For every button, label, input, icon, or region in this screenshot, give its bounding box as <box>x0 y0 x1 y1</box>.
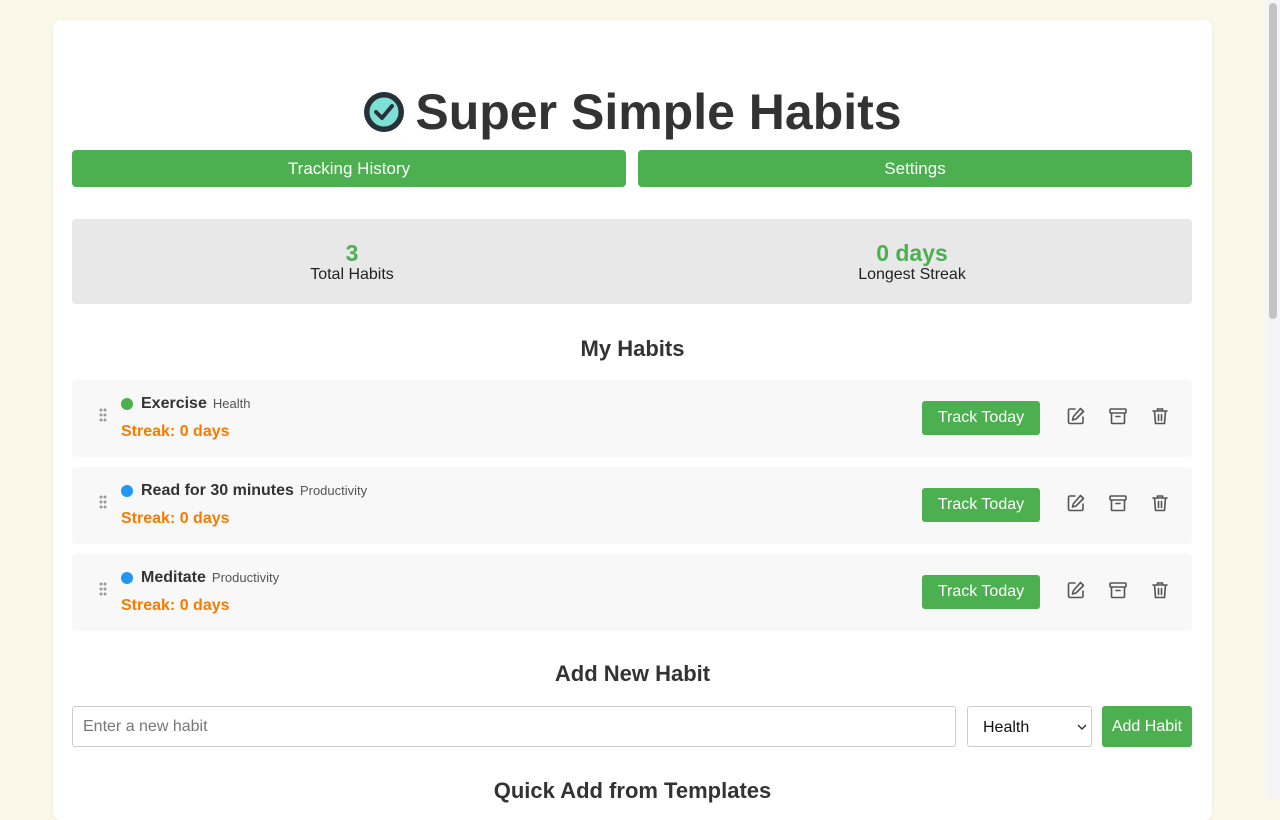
new-habit-input[interactable] <box>72 706 956 747</box>
habit-category: Health <box>212 396 251 411</box>
drag-handle-icon[interactable] <box>99 408 107 422</box>
archive-icon[interactable] <box>1108 406 1128 426</box>
chevron-down-icon <box>1077 724 1087 730</box>
habit-color-dot <box>121 572 133 584</box>
drag-handle-icon[interactable] <box>99 495 107 509</box>
habit-title: Read for 30 minutes Productivity <box>141 482 367 500</box>
templates-heading: Quick Add from Templates <box>493 778 772 803</box>
archive-icon[interactable] <box>1108 493 1128 513</box>
my-habits-heading: My Habits <box>580 336 685 361</box>
settings-button[interactable]: Settings <box>638 150 1192 187</box>
habit-name: Read for 30 minutes <box>141 482 294 499</box>
habit-name: Exercise <box>141 395 207 412</box>
edit-icon[interactable] <box>1066 580 1086 600</box>
trash-icon[interactable] <box>1150 406 1170 426</box>
check-badge-icon <box>364 92 405 132</box>
main-card: Super Simple Habits Tracking History Set… <box>53 20 1212 820</box>
total-habits-label: Total Habits <box>310 266 394 283</box>
habit-category: Productivity <box>211 570 280 585</box>
habit-name: Meditate <box>141 569 206 586</box>
habit-title: Meditate Productivity <box>141 569 279 587</box>
habit-row: Read for 30 minutes Productivity Streak: … <box>72 467 1192 544</box>
habit-streak: Streak: 0 days <box>121 423 230 440</box>
page-title: Super Simple Habits <box>415 84 902 140</box>
scrollbar-thumb[interactable] <box>1269 3 1277 319</box>
trash-icon[interactable] <box>1150 580 1170 600</box>
header: Super Simple Habits <box>53 86 1212 138</box>
habit-row: Exercise Health Streak: 0 days Track Toda… <box>72 380 1192 457</box>
track-today-button[interactable]: Track Today <box>922 401 1040 435</box>
add-habit-button[interactable]: Add Habit <box>1102 706 1192 747</box>
page-scrollbar[interactable] <box>1266 0 1280 800</box>
category-selected-value: Health <box>983 719 1030 736</box>
habit-streak: Streak: 0 days <box>121 510 230 527</box>
habit-row: Meditate Productivity Streak: 0 days Trac… <box>72 554 1192 631</box>
drag-handle-icon[interactable] <box>99 582 107 596</box>
category-select[interactable]: Health <box>967 706 1092 747</box>
habit-color-dot <box>121 398 133 410</box>
edit-icon[interactable] <box>1066 493 1086 513</box>
total-habits-value: 3 <box>345 240 359 266</box>
stats-panel: 3 Total Habits 0 days Longest Streak <box>72 219 1192 304</box>
edit-icon[interactable] <box>1066 406 1086 426</box>
trash-icon[interactable] <box>1150 493 1170 513</box>
longest-streak-label: Longest Streak <box>858 266 966 283</box>
archive-icon[interactable] <box>1108 580 1128 600</box>
track-today-button[interactable]: Track Today <box>922 575 1040 609</box>
tracking-history-button[interactable]: Tracking History <box>72 150 626 187</box>
track-today-button[interactable]: Track Today <box>922 488 1040 522</box>
habit-category: Productivity <box>299 483 368 498</box>
longest-streak-value: 0 days <box>876 240 948 266</box>
add-habit-heading: Add New Habit <box>554 661 711 686</box>
habit-color-dot <box>121 485 133 497</box>
habit-title: Exercise Health <box>141 395 250 413</box>
habit-streak: Streak: 0 days <box>121 597 230 614</box>
